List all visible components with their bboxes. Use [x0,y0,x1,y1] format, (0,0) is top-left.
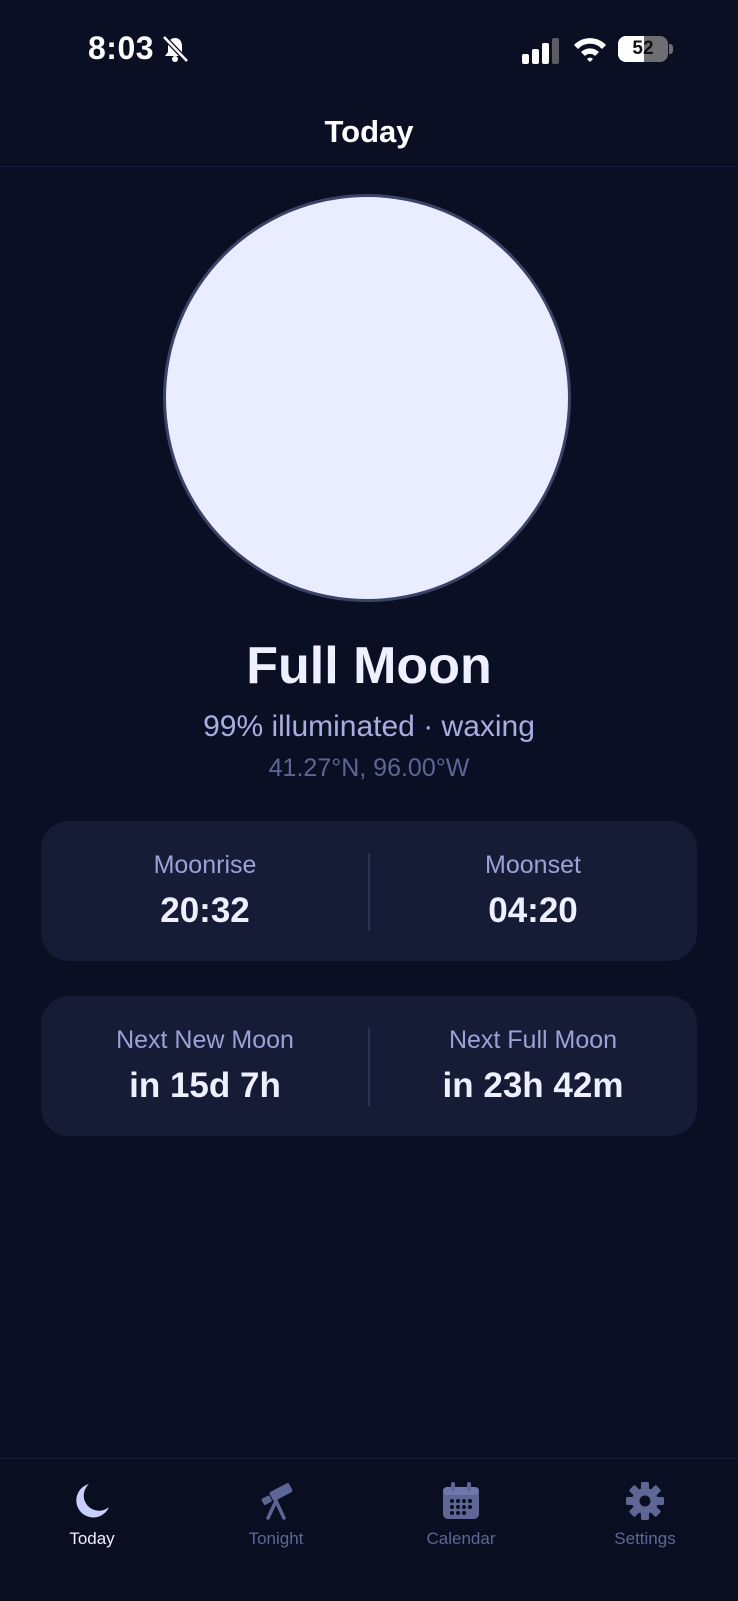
signal-icon [522,38,559,64]
next-new-moon-label: Next New Moon [116,1026,294,1054]
rise-set-card: Moonrise 20:32 Moonset 04:20 [41,821,697,961]
nav-bar: Today [0,100,738,167]
tab-calendar[interactable]: Calendar [391,1469,531,1559]
status-bar: 8:03 52 [0,0,738,100]
moonrise-value: 20:32 [160,891,250,930]
moonset-label: Moonset [485,851,581,879]
telescope-icon [261,1483,293,1520]
tab-tonight[interactable]: Tonight [206,1469,346,1559]
tab-label: Tonight [248,1529,304,1548]
moon-icon [76,1484,109,1518]
status-time: 8:03 [88,30,155,66]
next-phase-card: Next New Moon in 15d 7h Next Full Moon i… [41,996,697,1136]
moonset-value: 04:20 [488,891,578,930]
tab-settings[interactable]: Settings [575,1469,715,1559]
next-full-moon-label: Next Full Moon [448,1026,618,1054]
tab-label: Calendar [426,1529,496,1548]
moon-phase-graphic [166,197,568,599]
next-full-moon-value: in 23h 42m [442,1066,624,1105]
moonrise-label: Moonrise [153,851,257,879]
battery-level: 52 [632,38,654,59]
tab-bar: Today Tonight Calendar Settings [0,1458,738,1601]
next-full-moon-cell: Next Full Moon in 23h 42m [369,996,697,1136]
moonset-cell: Moonset 04:20 [369,821,697,961]
tab-label: Settings [614,1529,676,1548]
calendar-icon [443,1482,479,1519]
moonrise-cell: Moonrise 20:32 [41,821,369,961]
next-new-moon-cell: Next New Moon in 15d 7h [41,996,369,1136]
tab-label: Today [69,1529,115,1548]
battery-icon: 52 [618,36,673,62]
location-coordinates: 41.27°N, 96.00°W [268,754,470,782]
tab-today[interactable]: Today [22,1469,162,1559]
bell-slash-icon [162,35,189,63]
wifi-icon [574,38,606,62]
page-title: Today [324,114,414,149]
next-new-moon-value: in 15d 7h [129,1066,281,1105]
phase-name: Full Moon [246,637,492,695]
illumination-detail: 99% illuminated · waxing [203,710,535,743]
gear-icon [626,1482,664,1520]
